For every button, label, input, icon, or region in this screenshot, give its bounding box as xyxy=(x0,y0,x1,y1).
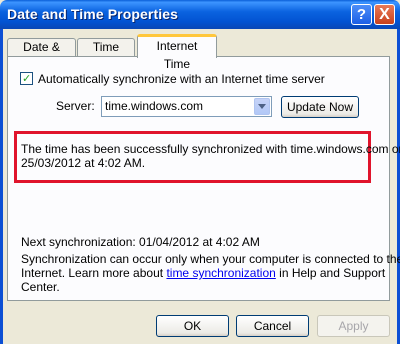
status-line-2: 25/03/2012 at 4:02 AM. xyxy=(21,156,146,170)
apply-button[interactable]: Apply xyxy=(317,315,390,337)
server-combobox[interactable]: time.windows.com xyxy=(101,96,272,117)
close-button[interactable]: X xyxy=(374,4,395,25)
note-line-3: Center. xyxy=(21,280,60,294)
help-icon: ? xyxy=(356,6,367,23)
window-frame-left xyxy=(0,29,3,344)
auto-sync-label[interactable]: Automatically synchronize with an Intern… xyxy=(38,72,325,86)
time-synchronization-link[interactable]: time synchronization xyxy=(166,266,275,280)
status-line-1: The time has been successfully synchroni… xyxy=(21,142,400,156)
date-time-properties-window: Date and Time Properties ? X Date & Time… xyxy=(0,0,400,344)
close-icon: X xyxy=(379,6,390,23)
cancel-button[interactable]: Cancel xyxy=(236,315,309,337)
window-title: Date and Time Properties xyxy=(7,6,178,22)
next-sync-text: Next synchronization: 01/04/2012 at 4:02… xyxy=(21,235,260,249)
auto-sync-checkbox[interactable]: ✓ xyxy=(20,72,33,85)
update-now-button[interactable]: Update Now xyxy=(281,96,359,118)
title-bar[interactable]: Date and Time Properties ? X xyxy=(0,0,400,29)
note-line-2-prefix: Internet. Learn more about xyxy=(21,266,167,280)
help-button[interactable]: ? xyxy=(351,4,372,25)
tab-time-zone[interactable]: Time Zone xyxy=(77,38,135,71)
server-value: time.windows.com xyxy=(105,99,204,113)
ok-button[interactable]: OK xyxy=(156,315,229,337)
note-line-1: Synchronization can occur only when your… xyxy=(21,252,400,266)
tab-internet-time[interactable]: Internet Time xyxy=(137,34,217,71)
server-label: Server: xyxy=(56,99,95,113)
note-line-2-suffix: in Help and Support xyxy=(275,266,386,280)
checkmark-icon: ✓ xyxy=(22,72,32,85)
chevron-down-icon[interactable] xyxy=(254,98,270,115)
note-line-2: Internet. Learn more about time synchron… xyxy=(21,266,385,280)
tab-date-time[interactable]: Date & Time xyxy=(7,38,76,71)
